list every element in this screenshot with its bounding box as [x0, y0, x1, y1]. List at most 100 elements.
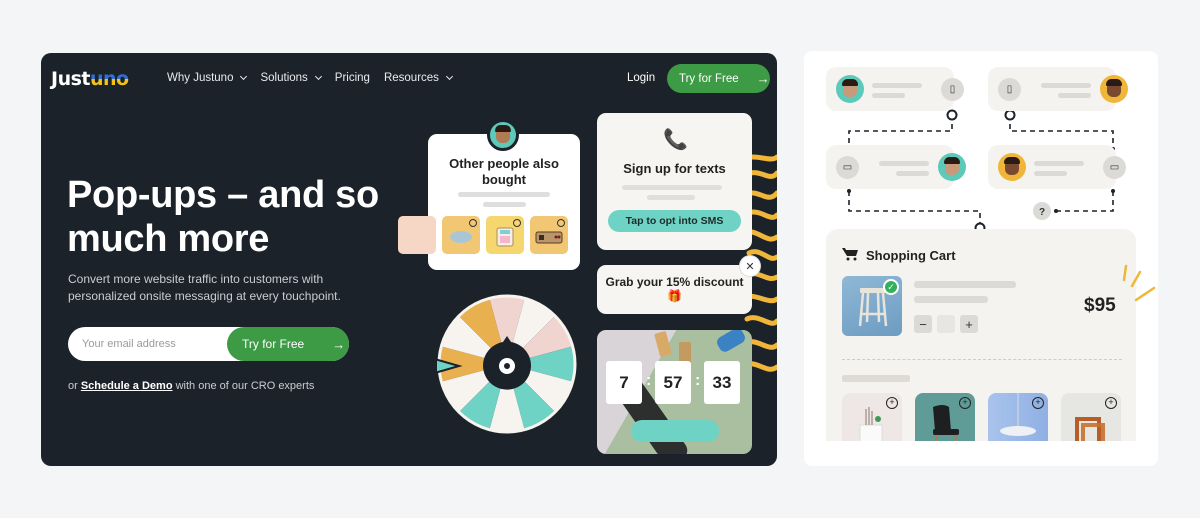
qty-value[interactable]	[937, 315, 955, 333]
placeholder-bar	[622, 185, 722, 190]
customer-avatar	[836, 75, 864, 103]
placeholder-bar	[842, 375, 910, 382]
panel-fade	[804, 441, 1158, 466]
logo-text-just: Just	[51, 68, 91, 90]
calculator-icon	[496, 227, 514, 247]
phone-icon: 📞	[663, 129, 688, 151]
desktop-icon: ▭	[836, 156, 859, 179]
hero-subtext: Convert more website traffic into custom…	[68, 272, 341, 303]
placeholder-bar	[872, 83, 922, 88]
product-tile-controller[interactable]	[530, 216, 568, 254]
product-tile-mouse[interactable]	[442, 216, 480, 254]
schedule-demo-link[interactable]: Schedule a Demo	[81, 380, 173, 392]
add-icon[interactable]: +	[959, 397, 971, 409]
placeholder-bar	[647, 195, 695, 200]
mobile-icon: ▯	[941, 78, 964, 101]
placeholder-bar	[872, 93, 905, 98]
main-nav: Why Justuno Solutions Pricing Resources	[167, 72, 453, 84]
countdown-separator: :	[695, 372, 701, 389]
journey-node: ▯	[988, 67, 1128, 111]
customer-avatar	[998, 153, 1026, 181]
mobile-icon: ▯	[998, 78, 1021, 101]
button-label: Try for Free	[679, 72, 739, 85]
sms-signup-widget: 📞 Sign up for texts Tap to opt into SMS	[597, 113, 752, 250]
add-icon[interactable]: +	[1032, 397, 1044, 409]
demo-line: or Schedule a Demo with one of our CRO e…	[68, 380, 314, 392]
nav-label: Why Justuno	[167, 72, 234, 84]
countdown-separator: :	[646, 372, 652, 389]
email-signup-form: Try for Free →	[68, 327, 349, 361]
divider	[842, 359, 1122, 360]
justuno-logo[interactable]: Justuno	[51, 68, 129, 90]
connector-node	[946, 109, 958, 121]
add-icon[interactable]: +	[886, 397, 898, 409]
placeholder-bar	[896, 171, 929, 176]
customer-avatar	[1100, 75, 1128, 103]
wheel-knob-dot	[504, 363, 510, 369]
qty-increase-button[interactable]: +	[960, 315, 978, 333]
nav-pricing[interactable]: Pricing	[335, 72, 370, 84]
login-link[interactable]: Login	[627, 72, 655, 84]
spin-wheel[interactable]	[437, 294, 577, 434]
page: Justuno Why Justuno Solutions Pricing Re…	[0, 0, 1200, 518]
cart-title: Shopping Cart	[866, 248, 956, 263]
face-icon	[495, 125, 511, 143]
sparkle-rays-decoration	[1122, 264, 1156, 302]
connector-dot	[1111, 189, 1115, 193]
chevron-down-icon	[240, 72, 248, 81]
nav-label: Solutions	[260, 72, 308, 84]
cart-icon	[842, 248, 858, 261]
add-icon[interactable]: +	[1105, 397, 1117, 409]
face-icon	[944, 157, 960, 175]
connector-node	[1004, 109, 1016, 121]
also-bought-widget: Other people also bought	[398, 134, 580, 270]
close-icon[interactable]: ✕	[740, 256, 760, 276]
arrow-right-icon: →	[332, 336, 346, 352]
hero-try-free-button[interactable]: Try for Free →	[227, 327, 349, 361]
placeholder-bar	[1034, 171, 1067, 176]
discount-widget: Grab your 15% discount 🎁	[597, 265, 752, 314]
check-icon: ✓	[883, 279, 899, 295]
placeholder-bar	[483, 202, 526, 207]
hero-panel: Justuno Why Justuno Solutions Pricing Re…	[41, 53, 777, 466]
add-icon[interactable]	[469, 219, 477, 227]
countdown-cta-button[interactable]	[631, 420, 719, 442]
chevron-down-icon	[314, 72, 322, 81]
demo-prefix: or	[68, 380, 81, 392]
sms-opt-in-button[interactable]: Tap to opt into SMS	[608, 210, 741, 232]
dumbbell-image	[714, 330, 748, 354]
header-try-free-button[interactable]: Try for Free →	[667, 64, 770, 93]
placeholder-bar	[458, 192, 550, 197]
journey-node: ▭	[826, 145, 966, 189]
email-input[interactable]	[82, 338, 222, 350]
nav-solutions[interactable]: Solutions	[260, 72, 322, 84]
game-controller-icon	[535, 231, 563, 244]
nav-label: Pricing	[334, 72, 370, 84]
chevron-down-icon	[445, 72, 453, 81]
nav-resources[interactable]: Resources	[383, 72, 453, 84]
qty-decrease-button[interactable]: −	[914, 315, 932, 333]
placeholder-bar	[1034, 161, 1084, 166]
shopper-avatar	[487, 119, 519, 151]
button-label: Try for Free	[242, 337, 305, 351]
nav-label: Resources	[383, 72, 439, 84]
face-icon	[1106, 79, 1122, 97]
logo-text-uno: uno	[90, 68, 129, 90]
product-carousel	[398, 216, 580, 254]
journey-panel: ? ▯ ▯ ▭ ▭ Shopping Cart ✓ − + $95 + + + …	[804, 51, 1158, 466]
add-icon[interactable]	[557, 219, 565, 227]
journey-node: ▯	[826, 67, 964, 111]
journey-node: ▭	[988, 145, 1126, 189]
placeholder-bar	[914, 281, 1016, 288]
face-icon	[842, 79, 858, 97]
nav-why-justuno[interactable]: Why Justuno	[167, 72, 248, 84]
placeholder-bar	[879, 161, 929, 166]
jar-image	[654, 330, 672, 358]
connector-dot	[1054, 209, 1058, 213]
product-tile-calculator[interactable]	[486, 216, 524, 254]
placeholder-bar	[914, 296, 988, 303]
cart-price: $95	[1084, 295, 1116, 316]
product-tile-partial[interactable]	[398, 216, 436, 254]
countdown-widget: 7 : 57 : 33	[597, 330, 752, 454]
customer-avatar	[938, 153, 966, 181]
